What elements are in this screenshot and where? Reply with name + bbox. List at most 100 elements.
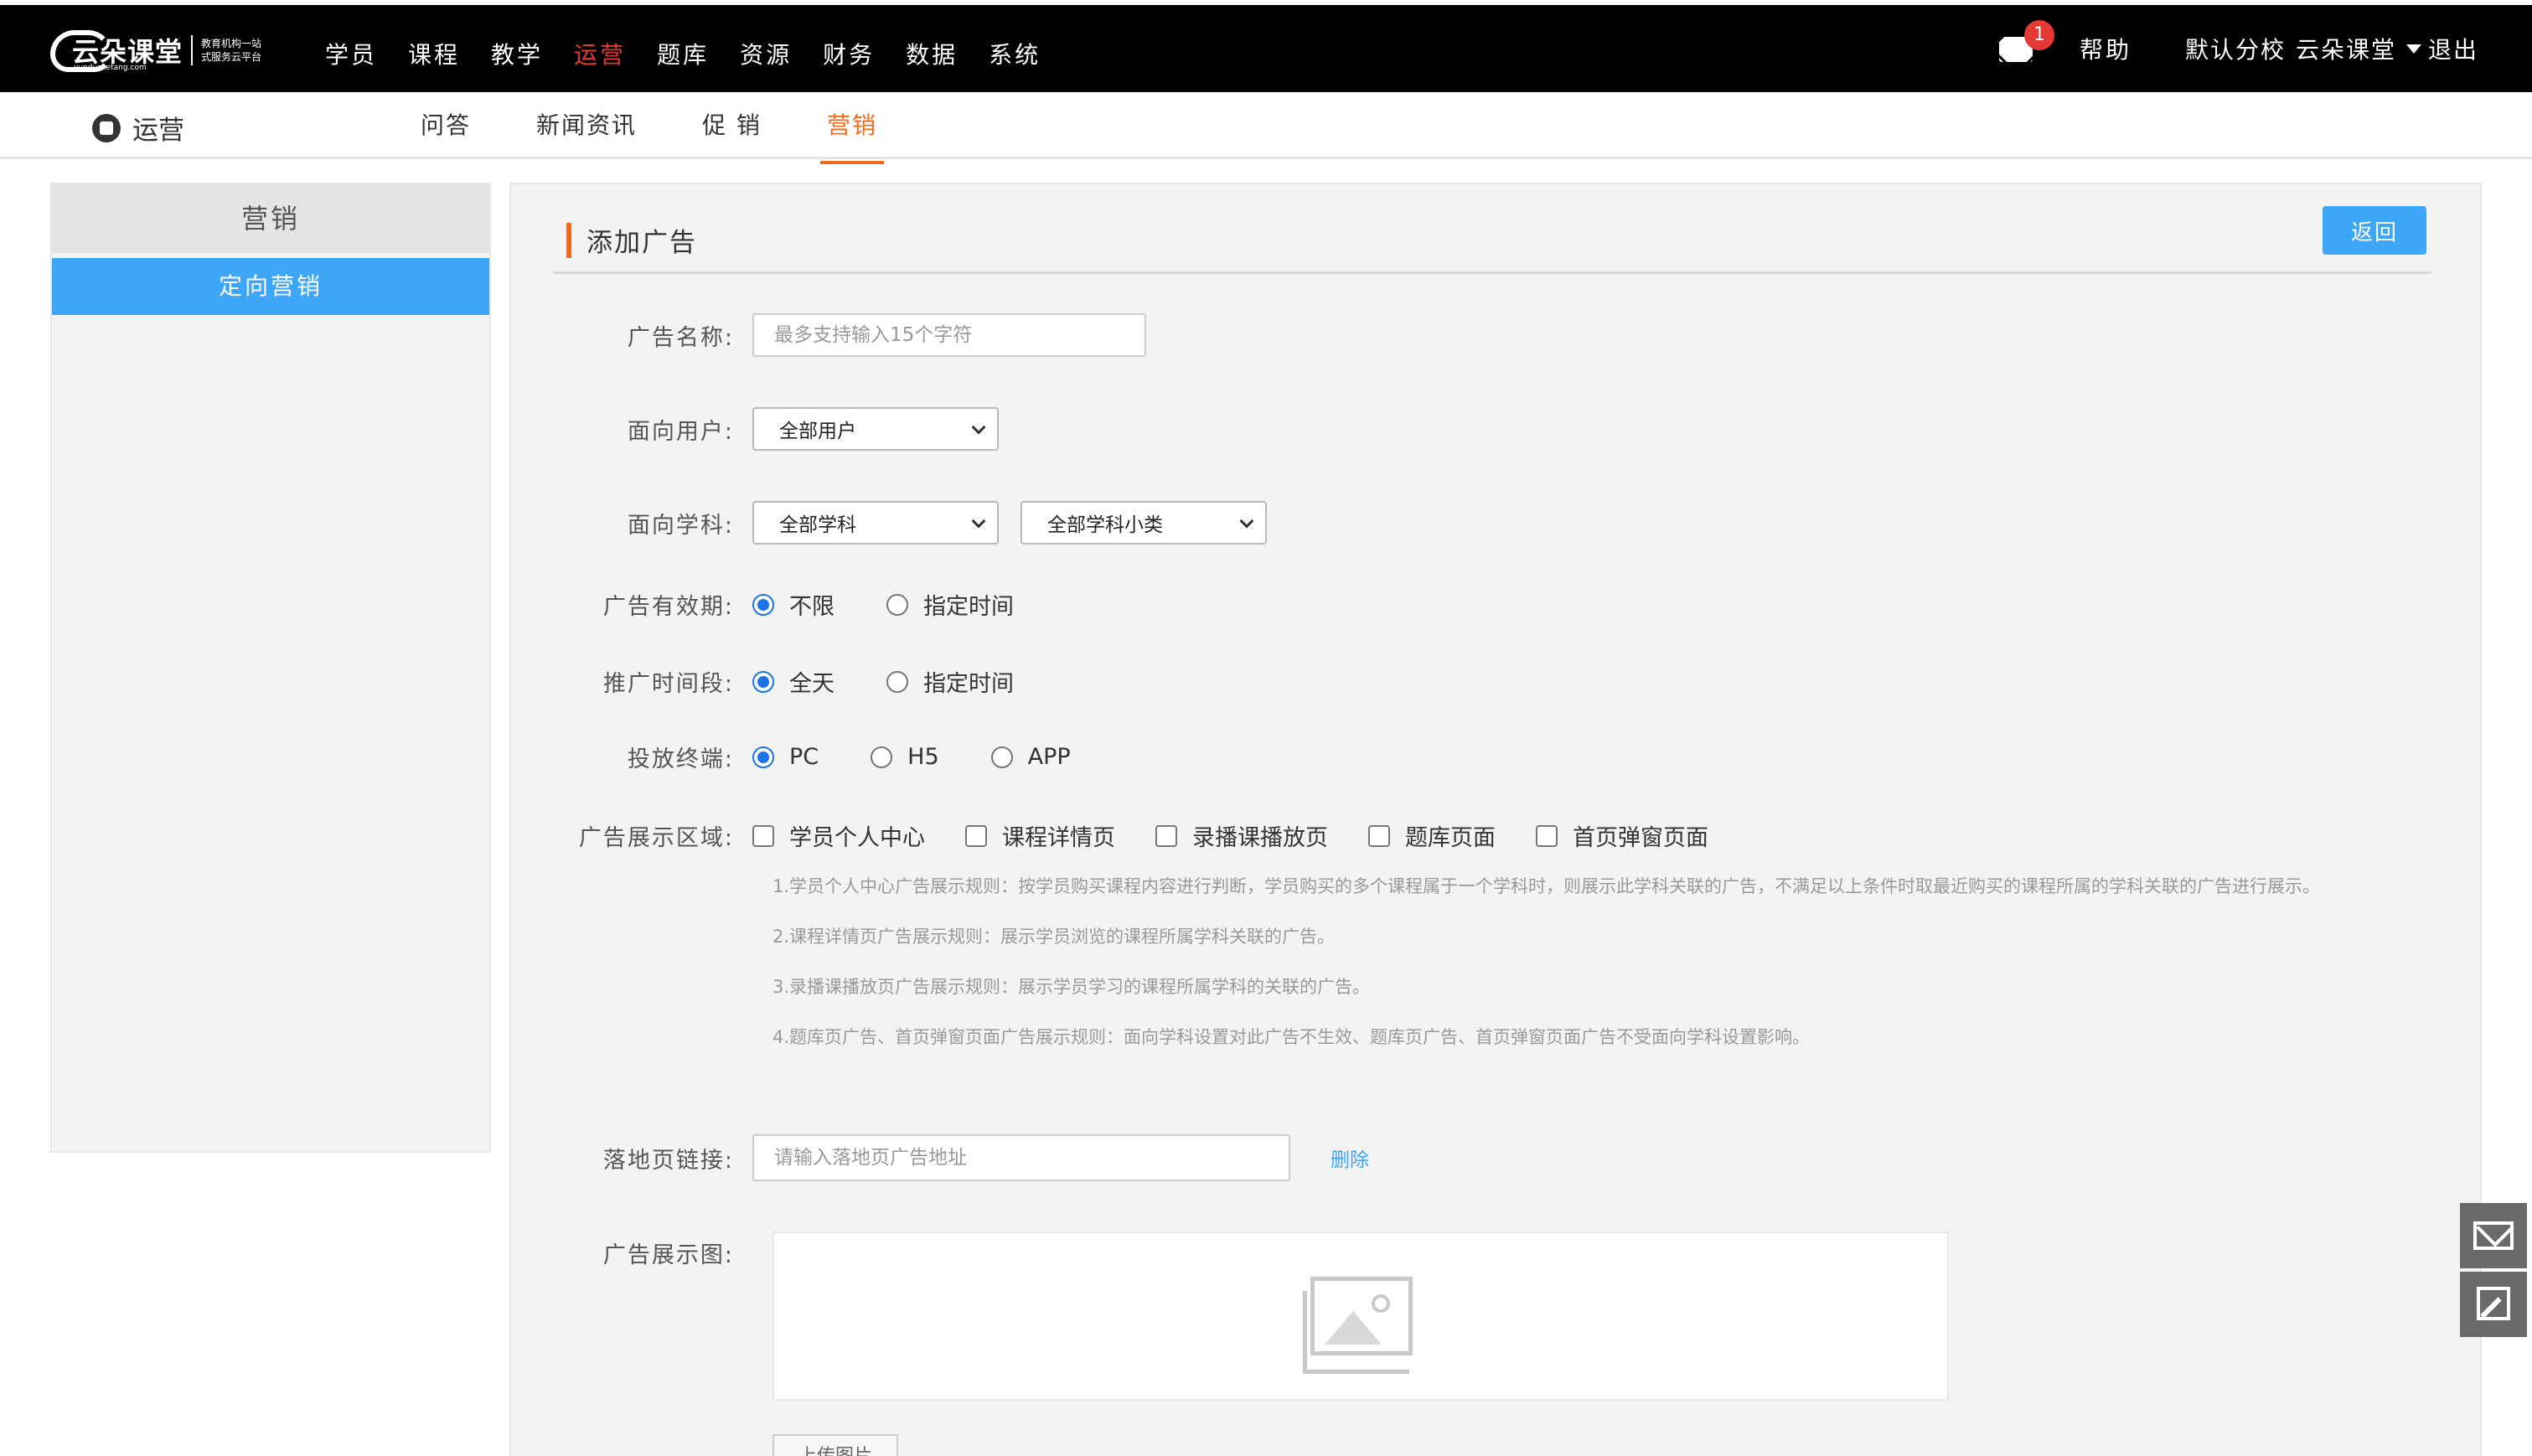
ad-name-input[interactable] (752, 313, 1146, 357)
subject-row: 面向学科: 全部学科 全部学科小类 (511, 501, 1267, 545)
checkbox[interactable] (1536, 824, 1558, 847)
terminal-label: 投放终端: (627, 746, 734, 772)
display-area-student-center[interactable]: 学员个人中心 (752, 819, 925, 852)
display-area-recorded-player[interactable]: 录播课播放页 (1155, 819, 1328, 852)
display-area-row: 广告展示区域: 学员个人中心 课程详情页 录播课播放页 题库页面 首页弹窗页面 (511, 819, 1708, 852)
time-slot-option-specified[interactable]: 指定时间 (886, 665, 1014, 698)
audience-label: 面向用户: (627, 418, 734, 445)
title-divider (553, 271, 2431, 274)
sidebar-item-targeted-marketing[interactable]: 定向营销 (52, 258, 489, 315)
operations-icon (92, 113, 121, 142)
edit-icon (2477, 1287, 2510, 1320)
display-area-course-detail[interactable]: 课程详情页 (965, 819, 1115, 852)
rule-text: 4.题库页广告、首页弹窗页面广告展示规则：面向学科设置对此广告不生效、题库页广告… (773, 1027, 1811, 1047)
add-ad-panel: 添加广告 返回 广告名称: 面向用户: 全部用户 面向学科: 全部学科 全部学科… (509, 183, 2482, 1456)
user-name: 云朵课堂 (2296, 36, 2397, 64)
checkbox[interactable] (965, 824, 987, 847)
terminal-row: 投放终端: PC H5 APP (511, 741, 1123, 773)
tab-marketing[interactable]: 营销 (819, 92, 884, 164)
chevron-down-icon (971, 514, 986, 529)
landing-label: 落地页链接: (602, 1147, 734, 1174)
brand-tagline: 教育机构一站式服务云平台 (201, 38, 262, 63)
tab-qa[interactable]: 问答 (421, 92, 471, 159)
tab-news[interactable]: 新闻资讯 (536, 92, 637, 159)
envelope-icon (2473, 1221, 2514, 1250)
sub-nav-bar: 运营 问答 新闻资讯 促 销 营销 (0, 92, 2532, 164)
nav-item-courses[interactable]: 课程 (408, 37, 460, 70)
radio-unselected[interactable] (886, 593, 908, 616)
radio-unselected[interactable] (871, 746, 893, 768)
nav-item-finance[interactable]: 财务 (823, 37, 875, 70)
terminal-option-h5[interactable]: H5 (871, 744, 939, 770)
nav-item-operations[interactable]: 运营 (574, 37, 626, 70)
rule-text: 3.录播课播放页广告展示规则：展示学员学习的课程所属学科的关联的广告。 (773, 977, 1371, 997)
nav-item-data[interactable]: 数据 (906, 37, 958, 70)
terminal-option-pc[interactable]: PC (752, 744, 819, 770)
rule-text: 2.课程详情页广告展示规则：展示学员浏览的课程所属学科关联的广告。 (773, 927, 1336, 947)
logout-link[interactable]: 退出 (2428, 32, 2478, 65)
section-title: 运营 (92, 109, 184, 147)
audience-select[interactable]: 全部用户 (752, 407, 999, 451)
nav-item-students[interactable]: 学员 (325, 37, 377, 70)
radio-selected[interactable] (752, 746, 774, 768)
sub-tabs: 问答 新闻资讯 促 销 营销 (421, 92, 943, 164)
nav-item-resources[interactable]: 资源 (740, 37, 792, 70)
panel-title: 添加广告 (566, 221, 697, 259)
delete-link[interactable]: 删除 (1331, 1144, 1369, 1172)
chevron-down-icon (1239, 514, 1254, 529)
terminal-option-app[interactable]: APP (990, 744, 1071, 770)
validity-label: 广告有效期: (602, 594, 734, 620)
user-menu[interactable]: 默认分校 云朵课堂 退出 (2185, 32, 2478, 65)
brand-logo[interactable]: 云朵课堂 教育机构一站式服务云平台 yunduoketang.com (50, 25, 268, 75)
checkbox[interactable] (1155, 824, 1177, 847)
back-button[interactable]: 返回 (2323, 206, 2426, 255)
display-area-label: 广告展示区域: (578, 825, 734, 851)
display-area-home-popup[interactable]: 首页弹窗页面 (1536, 819, 1708, 852)
nav-item-question-bank[interactable]: 题库 (657, 37, 709, 70)
sidebar-header: 营销 (52, 184, 489, 253)
time-slot-label: 推广时间段: (602, 671, 734, 697)
checkbox[interactable] (752, 824, 774, 847)
ad-image-preview[interactable] (773, 1231, 1949, 1401)
message-count-badge: 1 (2024, 20, 2054, 50)
section-title-text: 运营 (132, 116, 184, 146)
subject-subcategory-select[interactable]: 全部学科小类 (1021, 501, 1267, 545)
ad-name-row: 广告名称: (511, 313, 1146, 357)
nav-item-system[interactable]: 系统 (989, 37, 1041, 70)
radio-unselected[interactable] (990, 746, 1013, 768)
validity-option-unlimited[interactable]: 不限 (752, 588, 835, 621)
tab-promotion[interactable]: 促 销 (702, 92, 762, 159)
display-rules: 1.学员个人中心广告展示规则：按学员购买课程内容进行判断，学员购买的多个课程属于… (773, 871, 2390, 1072)
subject-select[interactable]: 全部学科 (752, 501, 999, 545)
validity-option-specified[interactable]: 指定时间 (886, 588, 1014, 621)
panel-title-text: 添加广告 (586, 228, 697, 258)
checkbox[interactable] (1368, 824, 1390, 847)
subject-label: 面向学科: (627, 512, 734, 539)
ad-image-row: 广告展示图: (511, 1237, 752, 1269)
upload-image-button[interactable]: 上传图片 (773, 1434, 898, 1456)
display-area-question-bank[interactable]: 题库页面 (1368, 819, 1496, 852)
time-slot-option-all-day[interactable]: 全天 (752, 665, 835, 698)
audience-row: 面向用户: 全部用户 (511, 407, 999, 451)
floating-feedback-button[interactable] (2460, 1272, 2527, 1337)
radio-selected[interactable] (752, 593, 774, 616)
ad-image-label: 广告展示图: (602, 1242, 734, 1268)
time-slot-row: 推广时间段: 全天 指定时间 (511, 665, 1066, 698)
caret-down-icon (2406, 44, 2422, 54)
validity-row: 广告有效期: 不限 指定时间 (511, 588, 1066, 621)
landing-url-input[interactable] (752, 1134, 1290, 1181)
brand-domain: yunduoketang.com (74, 64, 147, 72)
floating-message-button[interactable] (2460, 1203, 2527, 1268)
chevron-down-icon (971, 420, 986, 435)
subject-select-value: 全部学科 (779, 514, 856, 536)
sidebar: 营销 定向营销 (50, 183, 491, 1153)
help-link[interactable]: 帮助 (2080, 32, 2132, 65)
landing-row: 落地页链接: 删除 (511, 1134, 1369, 1181)
radio-selected[interactable] (752, 670, 774, 693)
subject-subcategory-value: 全部学科小类 (1047, 514, 1163, 536)
ad-name-label: 广告名称: (627, 324, 734, 351)
nav-item-teaching[interactable]: 教学 (491, 37, 543, 70)
rule-text: 1.学员个人中心广告展示规则：按学员购买课程内容进行判断，学员购买的多个课程属于… (773, 876, 2321, 896)
main-nav: 学员 课程 教学 运营 题库 资源 财务 数据 系统 (325, 10, 1072, 97)
radio-unselected[interactable] (886, 670, 908, 693)
